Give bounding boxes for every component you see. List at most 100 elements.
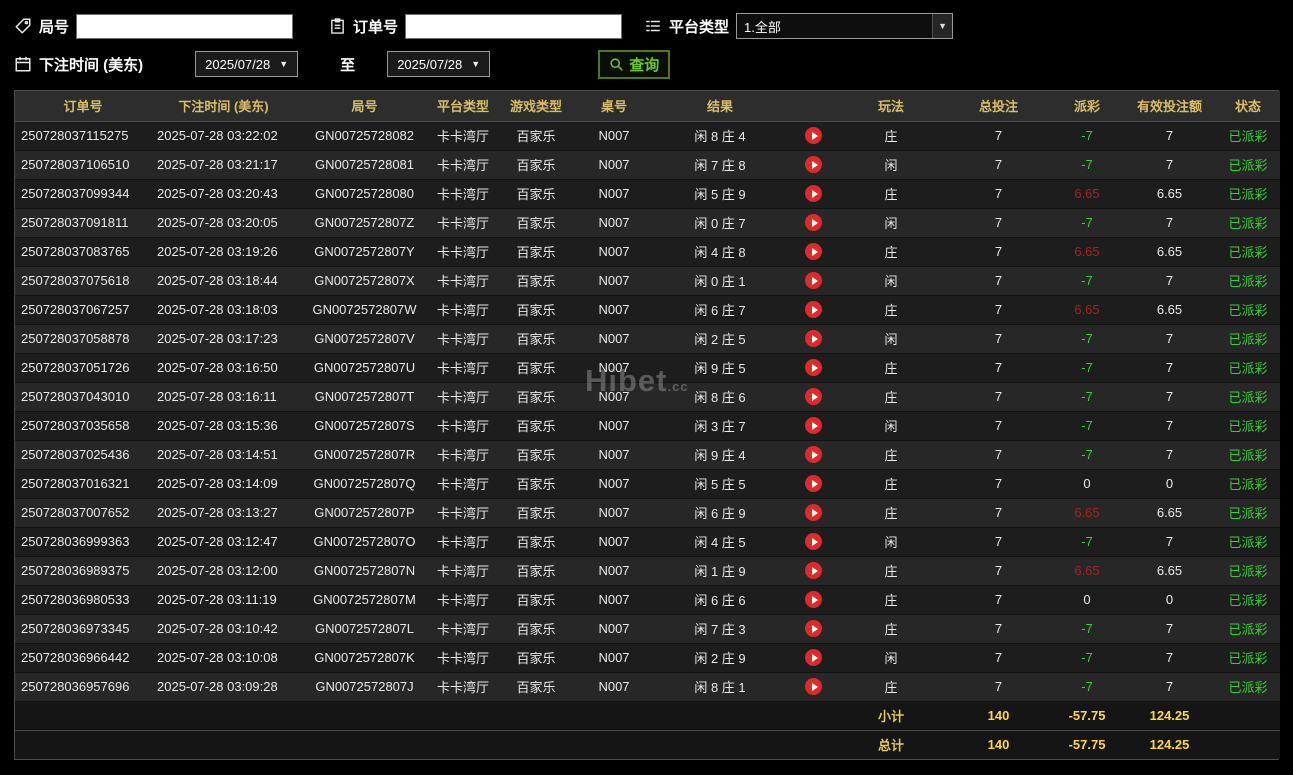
play-replay-icon[interactable] bbox=[805, 156, 822, 173]
round-number-cell: GN0072572807Y bbox=[296, 237, 433, 266]
play-replay-icon[interactable] bbox=[805, 272, 822, 289]
order-number-cell: 250728036999363 bbox=[15, 527, 151, 556]
grand_total-row: 总计140-57.75124.25 bbox=[15, 730, 1280, 759]
replay-cell bbox=[791, 411, 836, 440]
total-bet-cell: 7 bbox=[946, 614, 1051, 643]
bet-type-cell: 庄 bbox=[836, 295, 946, 324]
result-cell: 闲 9 庄 4 bbox=[649, 440, 791, 469]
play-replay-icon[interactable] bbox=[805, 678, 822, 695]
game-type-cell: 百家乐 bbox=[493, 208, 579, 237]
column-header: 桌号 bbox=[579, 91, 649, 121]
play-replay-icon[interactable] bbox=[805, 388, 822, 405]
bet-time-label: 下注时间 (美东) bbox=[39, 54, 143, 75]
table-row: 2507280370430102025-07-28 03:16:11GN0072… bbox=[15, 382, 1280, 411]
result-cell: 闲 0 庄 1 bbox=[649, 266, 791, 295]
play-replay-icon[interactable] bbox=[805, 417, 822, 434]
order-number-cell: 250728036989375 bbox=[15, 556, 151, 585]
valid-bet-cell: 6.65 bbox=[1123, 295, 1216, 324]
valid-bet-cell: 7 bbox=[1123, 440, 1216, 469]
round-number-cell: GN0072572807N bbox=[296, 556, 433, 585]
bet-type-cell: 庄 bbox=[836, 440, 946, 469]
table-row: 2507280370356582025-07-28 03:15:36GN0072… bbox=[15, 411, 1280, 440]
column-header: 下注时间 (美东) bbox=[151, 91, 296, 121]
column-header: 有效投注额 bbox=[1123, 91, 1216, 121]
bet-time-cell: 2025-07-28 03:09:28 bbox=[151, 672, 296, 701]
bet-time-cell: 2025-07-28 03:18:44 bbox=[151, 266, 296, 295]
spacer-cell bbox=[1216, 730, 1280, 759]
play-replay-icon[interactable] bbox=[805, 301, 822, 318]
play-replay-icon[interactable] bbox=[805, 214, 822, 231]
subtotal-valid-bet: 124.25 bbox=[1123, 701, 1216, 730]
play-replay-icon[interactable] bbox=[805, 475, 822, 492]
date-from-picker[interactable]: 2025/07/28 ▼ bbox=[195, 51, 298, 77]
valid-bet-cell: 7 bbox=[1123, 266, 1216, 295]
play-replay-icon[interactable] bbox=[805, 330, 822, 347]
total-bet-cell: 7 bbox=[946, 266, 1051, 295]
play-replay-icon[interactable] bbox=[805, 359, 822, 376]
platform-cell: 卡卡湾厅 bbox=[433, 411, 493, 440]
play-replay-icon[interactable] bbox=[805, 446, 822, 463]
records-data-table: 订单号下注时间 (美东)局号平台类型游戏类型桌号结果玩法总投注派彩有效投注额状态… bbox=[15, 91, 1280, 759]
table-number-cell: N007 bbox=[579, 266, 649, 295]
to-label: 至 bbox=[340, 54, 355, 75]
round-number-cell: GN0072572807V bbox=[296, 324, 433, 353]
platform-cell: 卡卡湾厅 bbox=[433, 469, 493, 498]
game-type-cell: 百家乐 bbox=[493, 353, 579, 382]
spacer-cell bbox=[15, 701, 836, 730]
order-input[interactable] bbox=[405, 14, 622, 39]
bet-time-cell: 2025-07-28 03:13:27 bbox=[151, 498, 296, 527]
valid-bet-cell: 0 bbox=[1123, 469, 1216, 498]
bet-type-cell: 闲 bbox=[836, 324, 946, 353]
round-number-cell: GN0072572807P bbox=[296, 498, 433, 527]
table-row: 2507280369664422025-07-28 03:10:08GN0072… bbox=[15, 643, 1280, 672]
play-replay-icon[interactable] bbox=[805, 127, 822, 144]
order-number-cell: 250728037051726 bbox=[15, 353, 151, 382]
play-replay-icon[interactable] bbox=[805, 533, 822, 550]
filter-row-top: 局号 订单号 平台类型 1.全部 ▼ bbox=[14, 8, 1279, 44]
bet-type-cell: 闲 bbox=[836, 208, 946, 237]
payout-cell: 6.65 bbox=[1051, 179, 1123, 208]
table-row: 2507280369805332025-07-28 03:11:19GN0072… bbox=[15, 585, 1280, 614]
table-number-cell: N007 bbox=[579, 411, 649, 440]
total-bet-cell: 7 bbox=[946, 556, 1051, 585]
subtotal-total-bet: 140 bbox=[946, 701, 1051, 730]
search-icon bbox=[609, 57, 624, 72]
round-number-cell: GN0072572807T bbox=[296, 382, 433, 411]
play-replay-icon[interactable] bbox=[805, 562, 822, 579]
platform-cell: 卡卡湾厅 bbox=[433, 208, 493, 237]
replay-cell bbox=[791, 266, 836, 295]
chevron-down-icon: ▼ bbox=[471, 59, 480, 69]
replay-cell bbox=[791, 353, 836, 382]
payout-cell: 0 bbox=[1051, 469, 1123, 498]
total-bet-cell: 7 bbox=[946, 121, 1051, 150]
platform-cell: 卡卡湾厅 bbox=[433, 382, 493, 411]
play-replay-icon[interactable] bbox=[805, 620, 822, 637]
play-replay-icon[interactable] bbox=[805, 504, 822, 521]
bet-type-cell: 庄 bbox=[836, 556, 946, 585]
bet-time-cell: 2025-07-28 03:17:23 bbox=[151, 324, 296, 353]
game-type-cell: 百家乐 bbox=[493, 440, 579, 469]
table-row: 2507280370672572025-07-28 03:18:03GN0072… bbox=[15, 295, 1280, 324]
total-bet-cell: 7 bbox=[946, 237, 1051, 266]
status-cell: 已派彩 bbox=[1216, 498, 1280, 527]
query-button[interactable]: 查询 bbox=[598, 50, 670, 79]
platform-select[interactable]: 1.全部 ▼ bbox=[736, 13, 953, 39]
table-row: 2507280370756182025-07-28 03:18:44GN0072… bbox=[15, 266, 1280, 295]
bet-time-cell: 2025-07-28 03:11:19 bbox=[151, 585, 296, 614]
game-type-cell: 百家乐 bbox=[493, 527, 579, 556]
play-replay-icon[interactable] bbox=[805, 591, 822, 608]
bet-type-cell: 庄 bbox=[836, 353, 946, 382]
payout-cell: 6.65 bbox=[1051, 237, 1123, 266]
bet-type-cell: 庄 bbox=[836, 121, 946, 150]
result-cell: 闲 7 庄 8 bbox=[649, 150, 791, 179]
platform-cell: 卡卡湾厅 bbox=[433, 672, 493, 701]
status-cell: 已派彩 bbox=[1216, 643, 1280, 672]
play-replay-icon[interactable] bbox=[805, 185, 822, 202]
column-header: 游戏类型 bbox=[493, 91, 579, 121]
payout-cell: -7 bbox=[1051, 324, 1123, 353]
round-input[interactable] bbox=[76, 14, 293, 39]
play-replay-icon[interactable] bbox=[805, 243, 822, 260]
total-bet-cell: 7 bbox=[946, 672, 1051, 701]
play-replay-icon[interactable] bbox=[805, 649, 822, 666]
date-to-picker[interactable]: 2025/07/28 ▼ bbox=[387, 51, 490, 77]
